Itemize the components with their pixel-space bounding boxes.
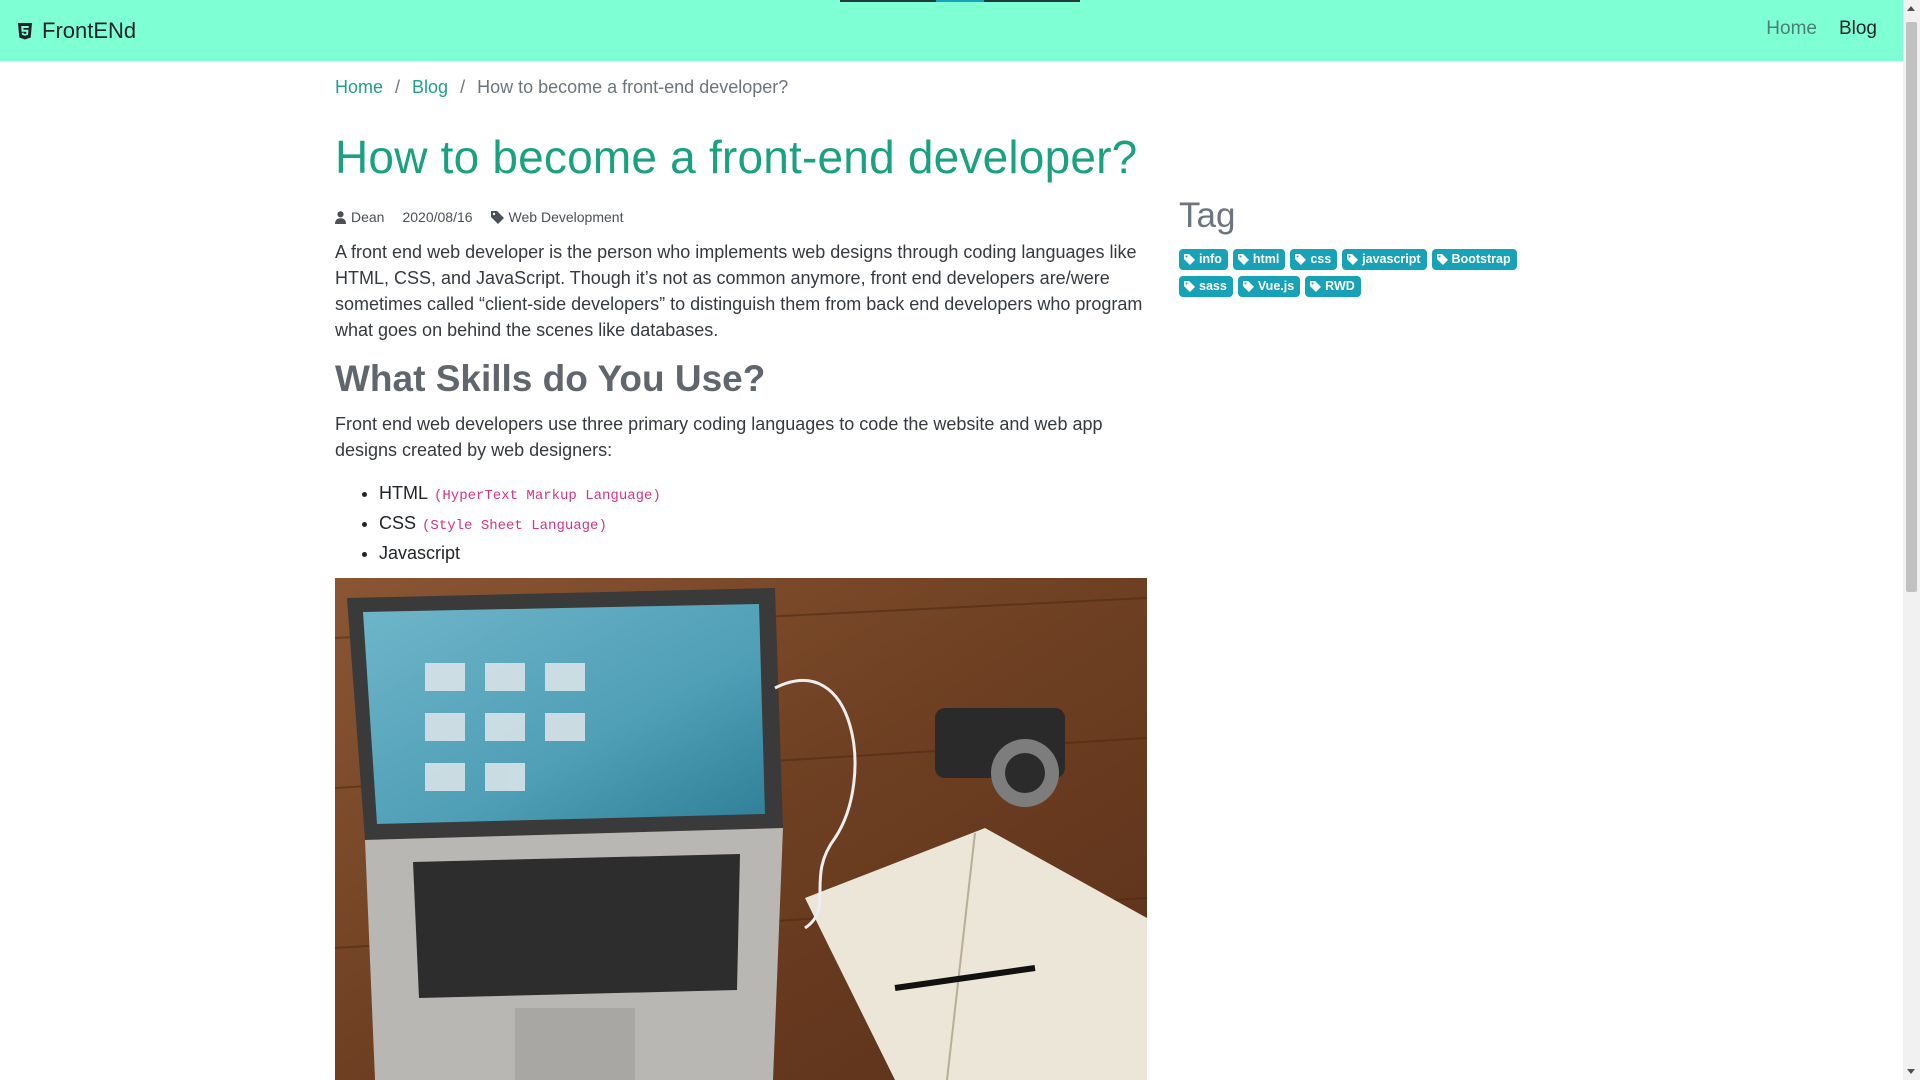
skill-name: HTML	[379, 483, 428, 503]
scroll-up-arrow[interactable]	[1907, 6, 1915, 11]
scrollbar-thumb[interactable]	[1906, 22, 1917, 592]
tag-label: RWD	[1325, 279, 1355, 293]
post-meta: Dean 2020/08/16 Web Development	[335, 209, 641, 225]
tag-label: Bootstrap	[1451, 252, 1511, 266]
nav-link-home[interactable]: Home	[1766, 18, 1817, 40]
nav-link-blog[interactable]: Blog	[1839, 18, 1877, 40]
tag-icon	[1237, 253, 1249, 265]
tag-badge[interactable]: RWD	[1305, 276, 1361, 297]
tag-icon	[1184, 280, 1195, 292]
tag-badge[interactable]: html	[1232, 249, 1286, 270]
skill-list: HTML (HyperText Markup Language) CSS (Styl…	[335, 480, 661, 567]
tag-badge[interactable]: Bootstrap	[1431, 249, 1517, 270]
breadcrumb-separator: /	[395, 77, 401, 97]
list-item: CSS (Style Sheet Language)	[379, 510, 661, 540]
post-image	[335, 578, 1147, 1080]
section-paragraph: Front end web developers use three prima…	[335, 414, 1103, 460]
brand-link[interactable]: FrontENd	[18, 17, 136, 45]
skill-note: (Style Sheet Language)	[422, 518, 607, 534]
author-name: Dean	[351, 209, 385, 225]
breadcrumb: Home / Blog / How to become a front-end …	[335, 77, 788, 98]
post-category[interactable]: Web Development	[490, 209, 624, 225]
top-navbar: FrontENd Home Blog	[0, 0, 1903, 61]
tag-icon	[1347, 253, 1359, 265]
intro-paragraph: A front end web developer is the person …	[335, 242, 1143, 340]
tag-icon	[1436, 253, 1448, 265]
tag-badge[interactable]: Vue.js	[1237, 276, 1301, 297]
post-date: 2020/08/16	[402, 209, 473, 225]
html5-icon	[18, 22, 32, 40]
tag-badge[interactable]: css	[1290, 249, 1338, 270]
breadcrumb-separator: /	[460, 77, 466, 97]
list-item: HTML (HyperText Markup Language)	[379, 480, 661, 510]
post-title: How to become a front-end developer?	[335, 131, 1138, 183]
tag-label: html	[1252, 252, 1280, 266]
tag-label: sass	[1199, 279, 1227, 293]
tag-icon	[1242, 280, 1254, 292]
skill-name: CSS	[379, 513, 417, 533]
user-icon	[335, 210, 346, 224]
breadcrumb-blog[interactable]: Blog	[412, 77, 448, 98]
tag-label: javascript	[1362, 252, 1421, 266]
page-scrollbar[interactable]	[1903, 0, 1920, 1080]
post-author: Dean	[335, 209, 384, 225]
loading-progress-bar	[840, 0, 1080, 2]
scroll-down-arrow[interactable]	[1907, 1069, 1915, 1074]
nav-links: Home Blog	[1766, 18, 1877, 40]
skill-note: (HyperText Markup Language)	[434, 488, 661, 504]
tag-badge[interactable]: info	[1179, 249, 1228, 270]
tag-label: css	[1310, 252, 1332, 266]
sidebar-title: Tag	[1179, 196, 1236, 235]
brand-name: FrontENd	[42, 18, 137, 43]
list-item: Javascript	[379, 540, 661, 567]
tag-icon	[1184, 253, 1195, 265]
tag-label: Vue.js	[1257, 279, 1295, 293]
section-heading: What Skills do You Use?	[335, 358, 766, 399]
breadcrumb-current: How to become a front-end developer?	[477, 77, 789, 97]
tag-icon	[1310, 280, 1322, 292]
skill-name: Javascript	[379, 543, 461, 563]
tag-cloud: info html css javascript Bootstrap sass …	[1179, 249, 1549, 297]
tag-badge[interactable]: sass	[1179, 276, 1233, 297]
tag-icon	[490, 210, 504, 224]
tag-badge[interactable]: javascript	[1342, 249, 1427, 270]
breadcrumb-home[interactable]: Home	[335, 77, 383, 98]
tag-label: info	[1199, 252, 1222, 266]
category-name: Web Development	[508, 209, 624, 225]
tag-icon	[1295, 253, 1307, 265]
